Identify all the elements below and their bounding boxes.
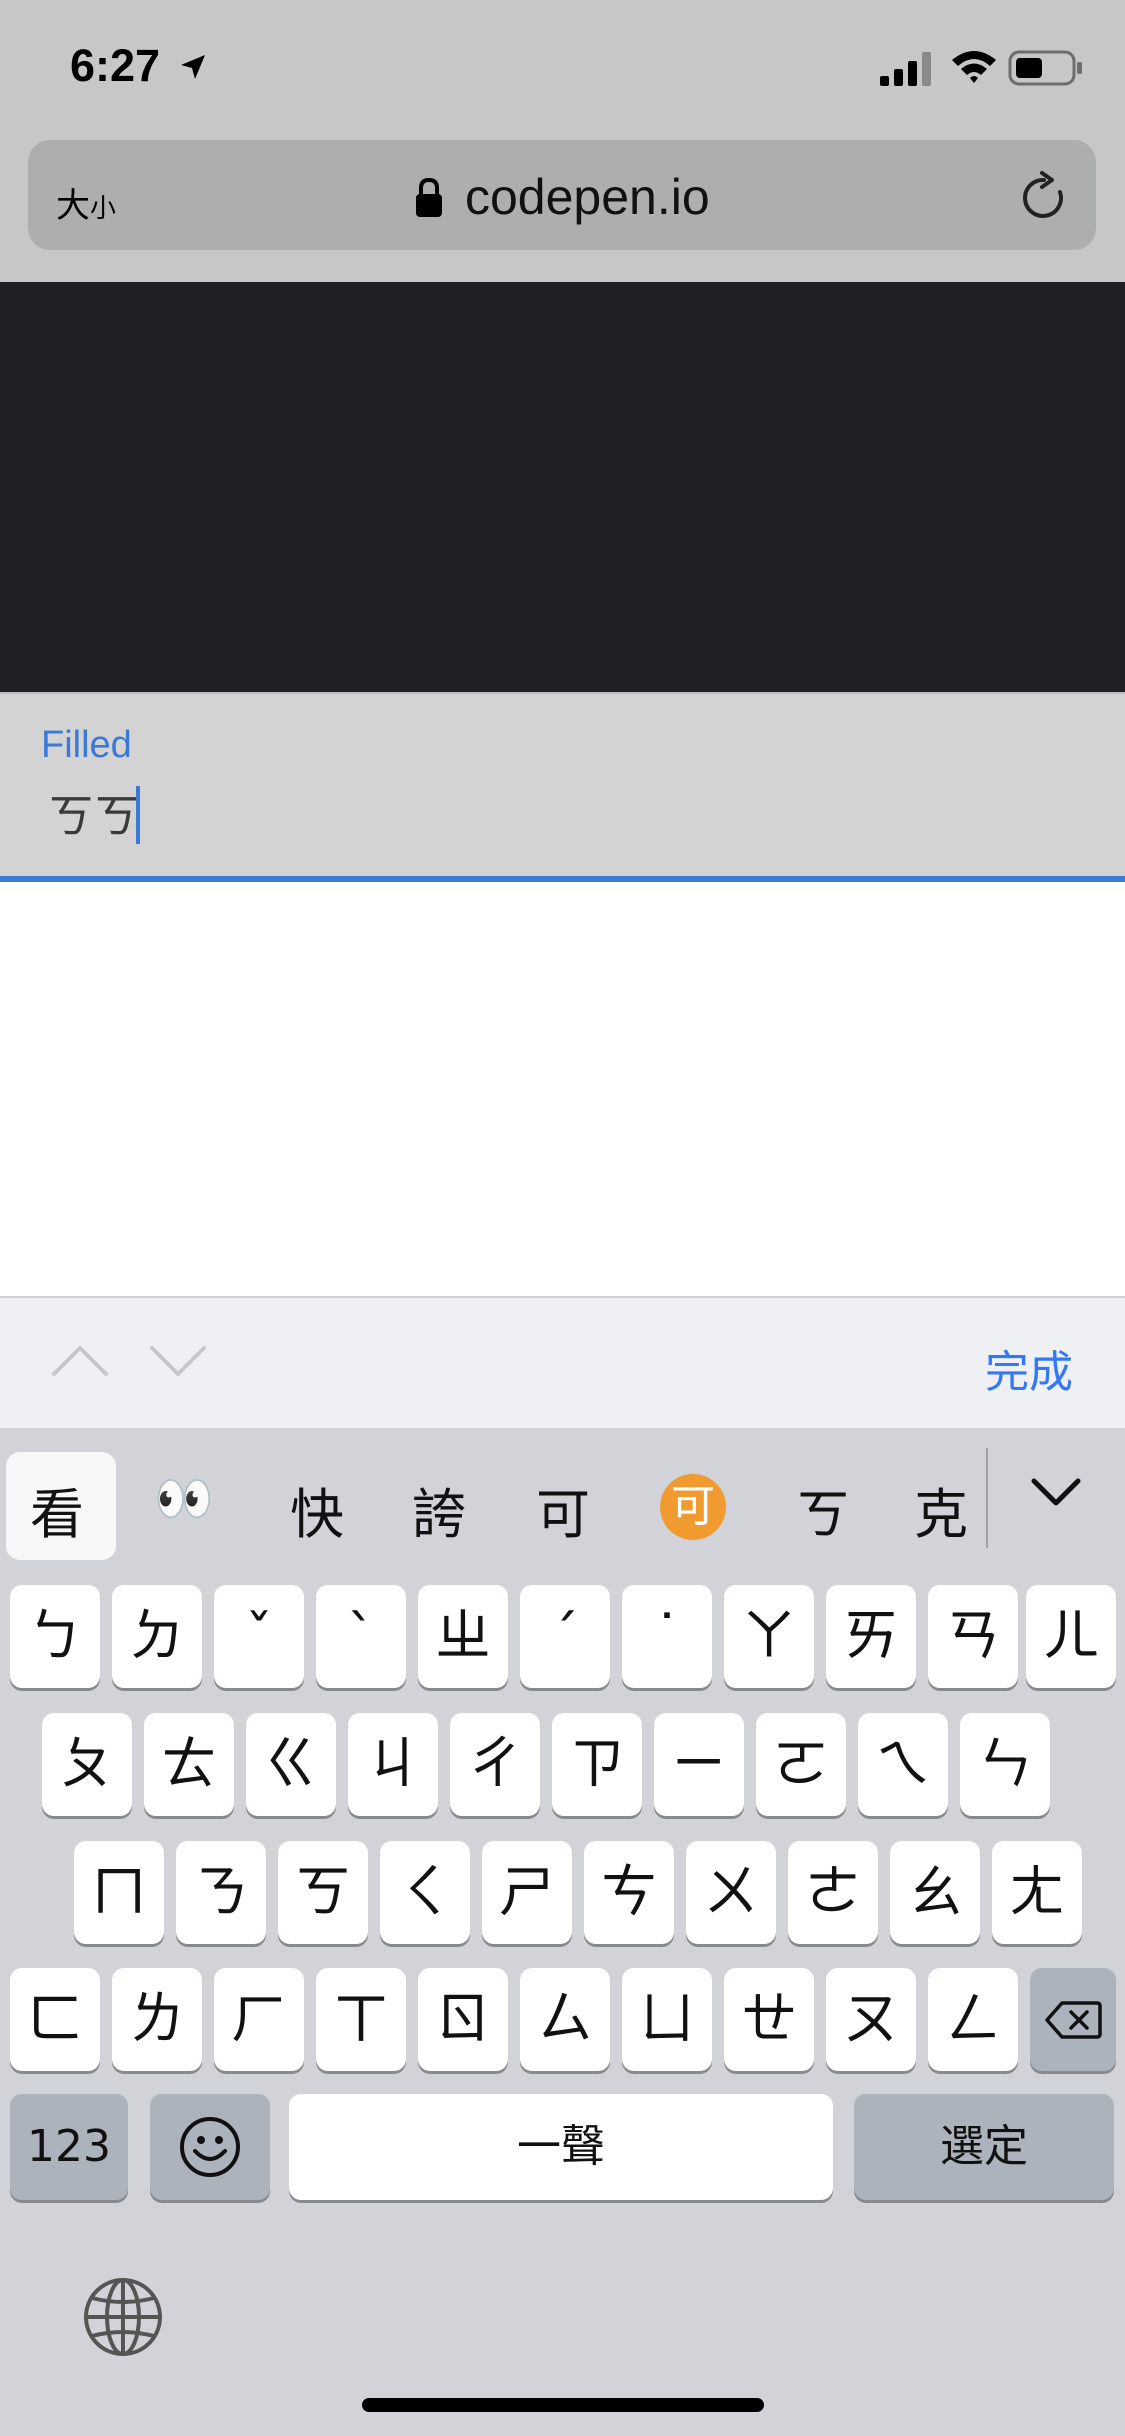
key[interactable]: ㄦ (1026, 1585, 1116, 1688)
filled-text-field[interactable] (0, 692, 1125, 878)
key[interactable]: ㄟ (858, 1713, 948, 1816)
key[interactable]: ㄡ (826, 1968, 916, 2071)
key[interactable]: ˊ (520, 1585, 610, 1688)
emoji-icon (180, 2117, 240, 2177)
key[interactable]: ㄚ (724, 1585, 814, 1688)
field-label: Filled (41, 724, 132, 766)
field-input-value[interactable]: ㄎㄎ (48, 780, 140, 846)
candidate-item[interactable]: ㄎ (796, 1470, 850, 1549)
key[interactable]: ㄨ (686, 1841, 776, 1944)
confirm-key[interactable]: 選定 (854, 2094, 1114, 2200)
candidate-divider (986, 1448, 988, 1548)
key[interactable]: ㄔ (450, 1713, 540, 1816)
delete-key[interactable] (1030, 1968, 1116, 2071)
key[interactable]: ˇ (214, 1585, 304, 1688)
key[interactable]: ㄏ (214, 1968, 304, 2071)
key[interactable]: ㄣ (960, 1713, 1050, 1816)
code-preview-panel (0, 282, 1125, 692)
space-key[interactable]: 一聲 (289, 2094, 833, 2200)
key[interactable]: ㄜ (788, 1841, 878, 1944)
key[interactable]: ㄈ (10, 1968, 100, 2071)
key[interactable]: ㄅ (10, 1585, 100, 1688)
lock-icon (414, 177, 444, 223)
home-indicator[interactable] (362, 2398, 764, 2412)
candidate-item[interactable]: 克 (914, 1470, 968, 1549)
key[interactable]: ㄗ (552, 1713, 642, 1816)
chevron-down-icon[interactable] (148, 1340, 208, 1384)
key[interactable]: ㄢ (928, 1585, 1018, 1688)
key[interactable]: ㄉ (112, 1585, 202, 1688)
field-underline (0, 876, 1125, 882)
cellular-signal-icon (880, 52, 934, 90)
candidate-item[interactable]: 誇 (412, 1470, 466, 1549)
key[interactable]: ㄩ (622, 1968, 712, 2071)
text-size-label-big: 大 (56, 186, 90, 226)
chevron-up-icon[interactable] (50, 1340, 110, 1384)
candidate-item[interactable]: 👀 (154, 1470, 214, 1527)
key[interactable]: ˙ (622, 1585, 712, 1688)
key[interactable]: ㄝ (724, 1968, 814, 2071)
key[interactable]: ㄙ (520, 1968, 610, 2071)
key[interactable]: ㄑ (380, 1841, 470, 1944)
key[interactable]: ㄇ (74, 1841, 164, 1944)
battery-icon (1008, 50, 1084, 90)
candidate-item[interactable]: 可 (536, 1470, 590, 1549)
key[interactable]: ㄤ (992, 1841, 1082, 1944)
globe-icon[interactable] (82, 2276, 164, 2362)
status-time: 6:27 (70, 40, 161, 91)
key[interactable]: ㄘ (584, 1841, 674, 1944)
done-button[interactable]: 完成 (985, 1336, 1073, 1400)
key[interactable]: ㄕ (482, 1841, 572, 1944)
text-size-button[interactable]: 大小 (56, 178, 116, 227)
numbers-key[interactable]: 123 (10, 2094, 128, 2200)
key[interactable]: ㄒ (316, 1968, 406, 2071)
reload-icon[interactable] (1016, 170, 1072, 230)
candidate-item[interactable]: 看 (30, 1470, 84, 1549)
key[interactable]: ㄎ (278, 1841, 368, 1944)
key[interactable]: ㄥ (928, 1968, 1018, 2071)
key[interactable]: ㄐ (348, 1713, 438, 1816)
key[interactable]: ㄧ (654, 1713, 744, 1816)
wifi-icon (950, 48, 998, 90)
delete-key-icon (1045, 2001, 1102, 2039)
key[interactable]: ㄋ (176, 1841, 266, 1944)
location-arrow-icon (178, 52, 208, 86)
key[interactable]: ㄓ (418, 1585, 508, 1688)
candidate-item[interactable]: 可 (660, 1474, 726, 1540)
emoji-key[interactable] (150, 2094, 270, 2200)
candidate-item[interactable]: 快 (290, 1470, 344, 1549)
key[interactable]: ㄊ (144, 1713, 234, 1816)
key[interactable]: ㄞ (826, 1585, 916, 1688)
text-caret (136, 786, 140, 844)
key[interactable]: ㄌ (112, 1968, 202, 2071)
key[interactable]: ㄆ (42, 1713, 132, 1816)
key[interactable]: ㄖ (418, 1968, 508, 2071)
expand-candidates-chevron-icon[interactable] (1030, 1475, 1082, 1515)
key[interactable]: ㄠ (890, 1841, 980, 1944)
text-size-label-small: 小 (90, 194, 117, 224)
key[interactable]: ˋ (316, 1585, 406, 1688)
url-text: codepen.io (465, 169, 710, 225)
key[interactable]: ㄍ (246, 1713, 336, 1816)
key[interactable]: ㄛ (756, 1713, 846, 1816)
